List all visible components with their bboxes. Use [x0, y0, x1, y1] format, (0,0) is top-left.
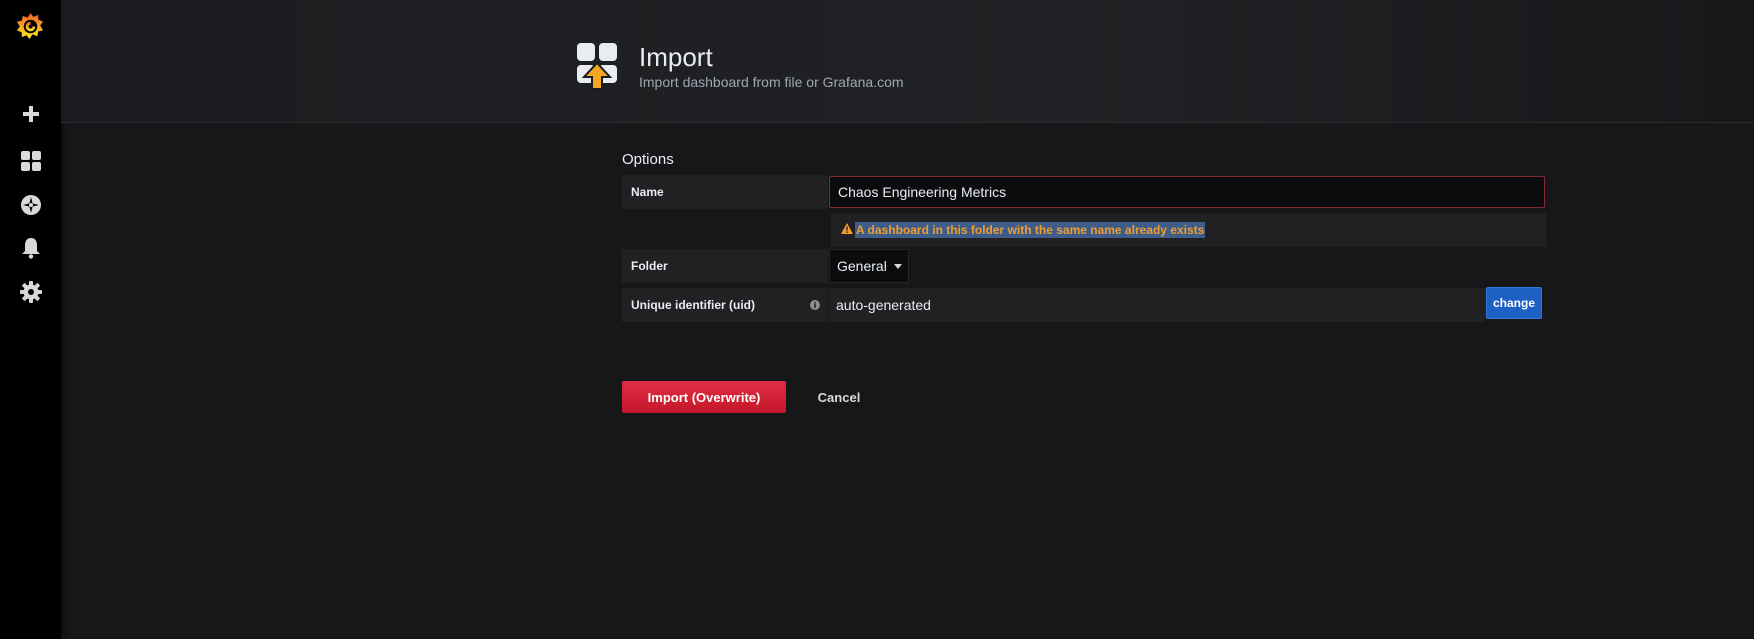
page-title: Import [639, 42, 713, 72]
dashboards-icon[interactable] [18, 148, 44, 174]
import-overwrite-button[interactable]: Import (Overwrite) [622, 381, 786, 413]
uid-field: auto-generated [829, 288, 1486, 322]
info-icon[interactable]: i [810, 300, 820, 310]
bell-icon[interactable] [18, 235, 44, 261]
explore-compass-icon[interactable] [18, 192, 44, 218]
uid-label: Unique identifier (uid) [622, 288, 828, 322]
sidebar [0, 0, 61, 639]
gear-icon[interactable] [18, 279, 44, 305]
name-warning: A dashboard in this folder with the same… [831, 213, 1546, 247]
grafana-logo-icon[interactable] [15, 11, 46, 42]
import-dashboard-icon [575, 41, 619, 91]
caret-down-icon [893, 263, 902, 269]
folder-label: Folder [622, 249, 828, 283]
uid-value: auto-generated [836, 297, 931, 313]
folder-select-value: General [837, 258, 887, 274]
cancel-button[interactable]: Cancel [806, 381, 872, 413]
warning-text: A dashboard in this folder with the same… [855, 222, 1206, 238]
warning-icon [841, 221, 853, 239]
folder-select[interactable]: General [829, 249, 909, 283]
page-subtitle: Import dashboard from file or Grafana.co… [639, 74, 904, 90]
plus-icon[interactable] [18, 101, 44, 127]
page-header [61, 0, 1754, 123]
uid-change-button[interactable]: change [1486, 287, 1542, 319]
name-label: Name [622, 175, 828, 209]
options-section-title: Options [622, 151, 674, 168]
dashboard-name-input[interactable] [829, 176, 1545, 208]
